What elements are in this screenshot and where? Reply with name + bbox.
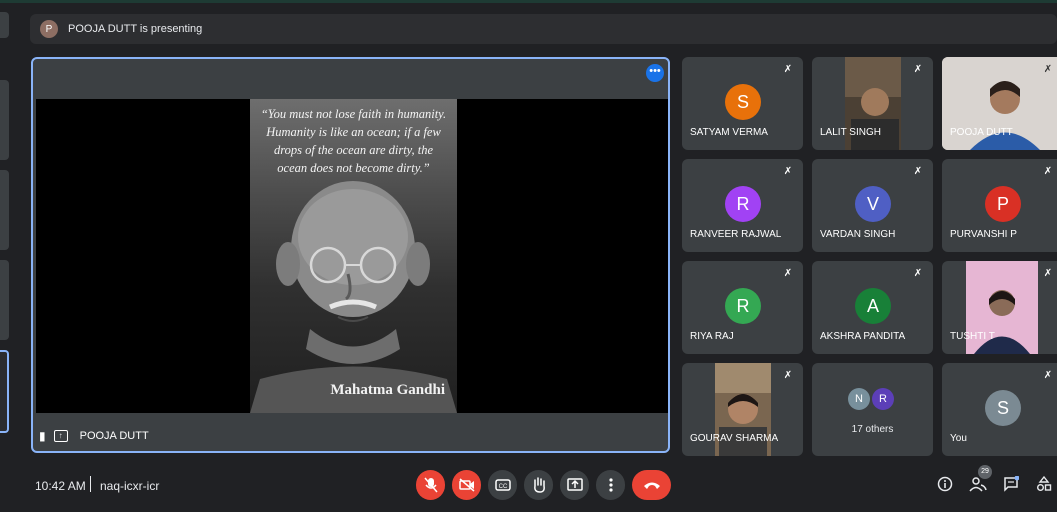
mic-off-icon: ✗ <box>1043 64 1053 75</box>
mic-off-icon: ✗ <box>913 268 923 279</box>
pin-icon[interactable]: ▮ <box>39 429 46 443</box>
people-icon[interactable] <box>969 476 987 492</box>
mic-off-icon: ✗ <box>913 166 923 177</box>
participant-name: VARDAN SINGH <box>820 229 896 240</box>
avatar: P <box>985 186 1021 222</box>
raise-hand-icon <box>533 477 545 493</box>
presenting-banner: P POOJA DUTT is presenting <box>30 14 1057 44</box>
shared-screen: “You must not lose faith in humanity. Hu… <box>36 99 668 413</box>
avatar: R <box>725 288 761 324</box>
camera-off-icon <box>458 478 474 492</box>
rail-segment[interactable] <box>0 170 9 250</box>
avatar: A <box>855 288 891 324</box>
mic-toggle-button[interactable] <box>416 470 445 500</box>
main-presentation-tile[interactable]: ••• “You must not lose faith in humanity… <box>31 57 670 453</box>
participant-name: TUSHTI T <box>950 331 995 342</box>
avatar: S <box>985 390 1021 426</box>
end-call-button[interactable] <box>632 470 671 500</box>
participant-tile[interactable]: ✗ A AKSHRA PANDITA <box>812 261 933 354</box>
participant-tile[interactable]: ✗ S SATYAM VERMA <box>682 57 803 150</box>
info-icon[interactable] <box>937 476 953 492</box>
avatar: V <box>855 186 891 222</box>
window-top-strip <box>0 0 1057 3</box>
avatar: R <box>872 388 894 410</box>
mic-off-icon: ✗ <box>783 370 793 381</box>
presenter-name: POOJA DUTT <box>79 430 149 442</box>
mic-off-icon: ✗ <box>1043 370 1053 381</box>
mic-off-icon: ✗ <box>913 64 923 75</box>
participant-tile[interactable]: ✗ POOJA DUTT <box>942 57 1057 150</box>
participant-name: SATYAM VERMA <box>690 127 768 138</box>
present-icon <box>566 478 583 491</box>
presenting-text: POOJA DUTT is presenting <box>68 23 203 35</box>
participant-name: RANVEER RAJWAL <box>690 229 782 240</box>
activities-icon[interactable] <box>1036 476 1052 492</box>
participant-name: RIYA RAJ <box>690 331 734 342</box>
main-tile-footer: ▮ ↑ POOJA DUTT <box>39 429 149 443</box>
participant-name: PURVANSHI P <box>950 229 1017 240</box>
avatar: R <box>725 186 761 222</box>
mic-off-icon: ✗ <box>1043 268 1053 279</box>
svg-text:CC: CC <box>498 484 507 490</box>
presenter-avatar: P <box>40 20 58 38</box>
participant-tile[interactable]: ✗ R RANVEER RAJWAL <box>682 159 803 252</box>
present-button[interactable] <box>560 470 589 500</box>
camera-toggle-button[interactable] <box>452 470 481 500</box>
portrait-image <box>250 181 457 413</box>
raise-hand-button[interactable] <box>524 470 553 500</box>
mic-off-icon <box>423 477 438 493</box>
participant-tile[interactable]: ✗ GOURAV SHARMA <box>682 363 803 456</box>
avatar: N <box>848 388 870 410</box>
present-icon: ↑ <box>53 430 68 442</box>
quote-poster: “You must not lose faith in humanity. Hu… <box>250 99 457 413</box>
rail-segment[interactable] <box>0 12 9 38</box>
others-count: 17 others <box>851 424 894 435</box>
poster-caption: Mahatma Gandhi <box>330 382 445 398</box>
mic-off-icon: ✗ <box>783 166 793 177</box>
meeting-time: 10:42 AM <box>35 479 86 493</box>
divider <box>90 476 91 492</box>
poster-quote: “You must not lose faith in humanity. Hu… <box>260 107 447 175</box>
rail-segment[interactable] <box>0 80 9 160</box>
others-avatars: N R <box>848 388 894 410</box>
more-options-button[interactable] <box>596 470 625 500</box>
others-tile[interactable]: N R 17 others <box>812 363 933 456</box>
participant-name: POOJA DUTT <box>950 127 1013 138</box>
participant-tile[interactable]: ✗ P PURVANSHI P <box>942 159 1057 252</box>
participant-name: You <box>950 433 967 444</box>
participant-name: AKSHRA PANDITA <box>820 331 906 342</box>
left-rail <box>0 0 10 460</box>
rail-segment[interactable] <box>0 260 9 340</box>
mic-off-icon: ✗ <box>783 64 793 75</box>
bottom-control-bar: 10:42 AM naq-icxr-icr CC 29 <box>0 462 1057 512</box>
captions-icon: CC <box>494 479 511 491</box>
chat-icon[interactable] <box>1003 476 1019 492</box>
participant-tile[interactable]: ✗ V VARDAN SINGH <box>812 159 933 252</box>
more-options-button[interactable]: ••• <box>646 64 664 82</box>
captions-button[interactable]: CC <box>488 470 517 500</box>
mic-off-icon: ✗ <box>1043 166 1053 177</box>
participant-tile[interactable]: ✗ TUSHTI T <box>942 261 1057 354</box>
participant-name: GOURAV SHARMA <box>690 433 779 444</box>
avatar: S <box>725 84 761 120</box>
more-vert-icon <box>608 478 613 492</box>
self-tile[interactable]: ✗ S You <box>942 363 1057 456</box>
end-call-icon <box>643 482 660 489</box>
meeting-code: naq-icxr-icr <box>100 479 160 493</box>
participant-tile[interactable]: ✗ LALIT SINGH <box>812 57 933 150</box>
participant-tile[interactable]: ✗ R RIYA RAJ <box>682 261 803 354</box>
mic-off-icon: ✗ <box>783 268 793 279</box>
participant-name: LALIT SINGH <box>820 127 881 138</box>
rail-segment-active[interactable] <box>0 350 9 433</box>
